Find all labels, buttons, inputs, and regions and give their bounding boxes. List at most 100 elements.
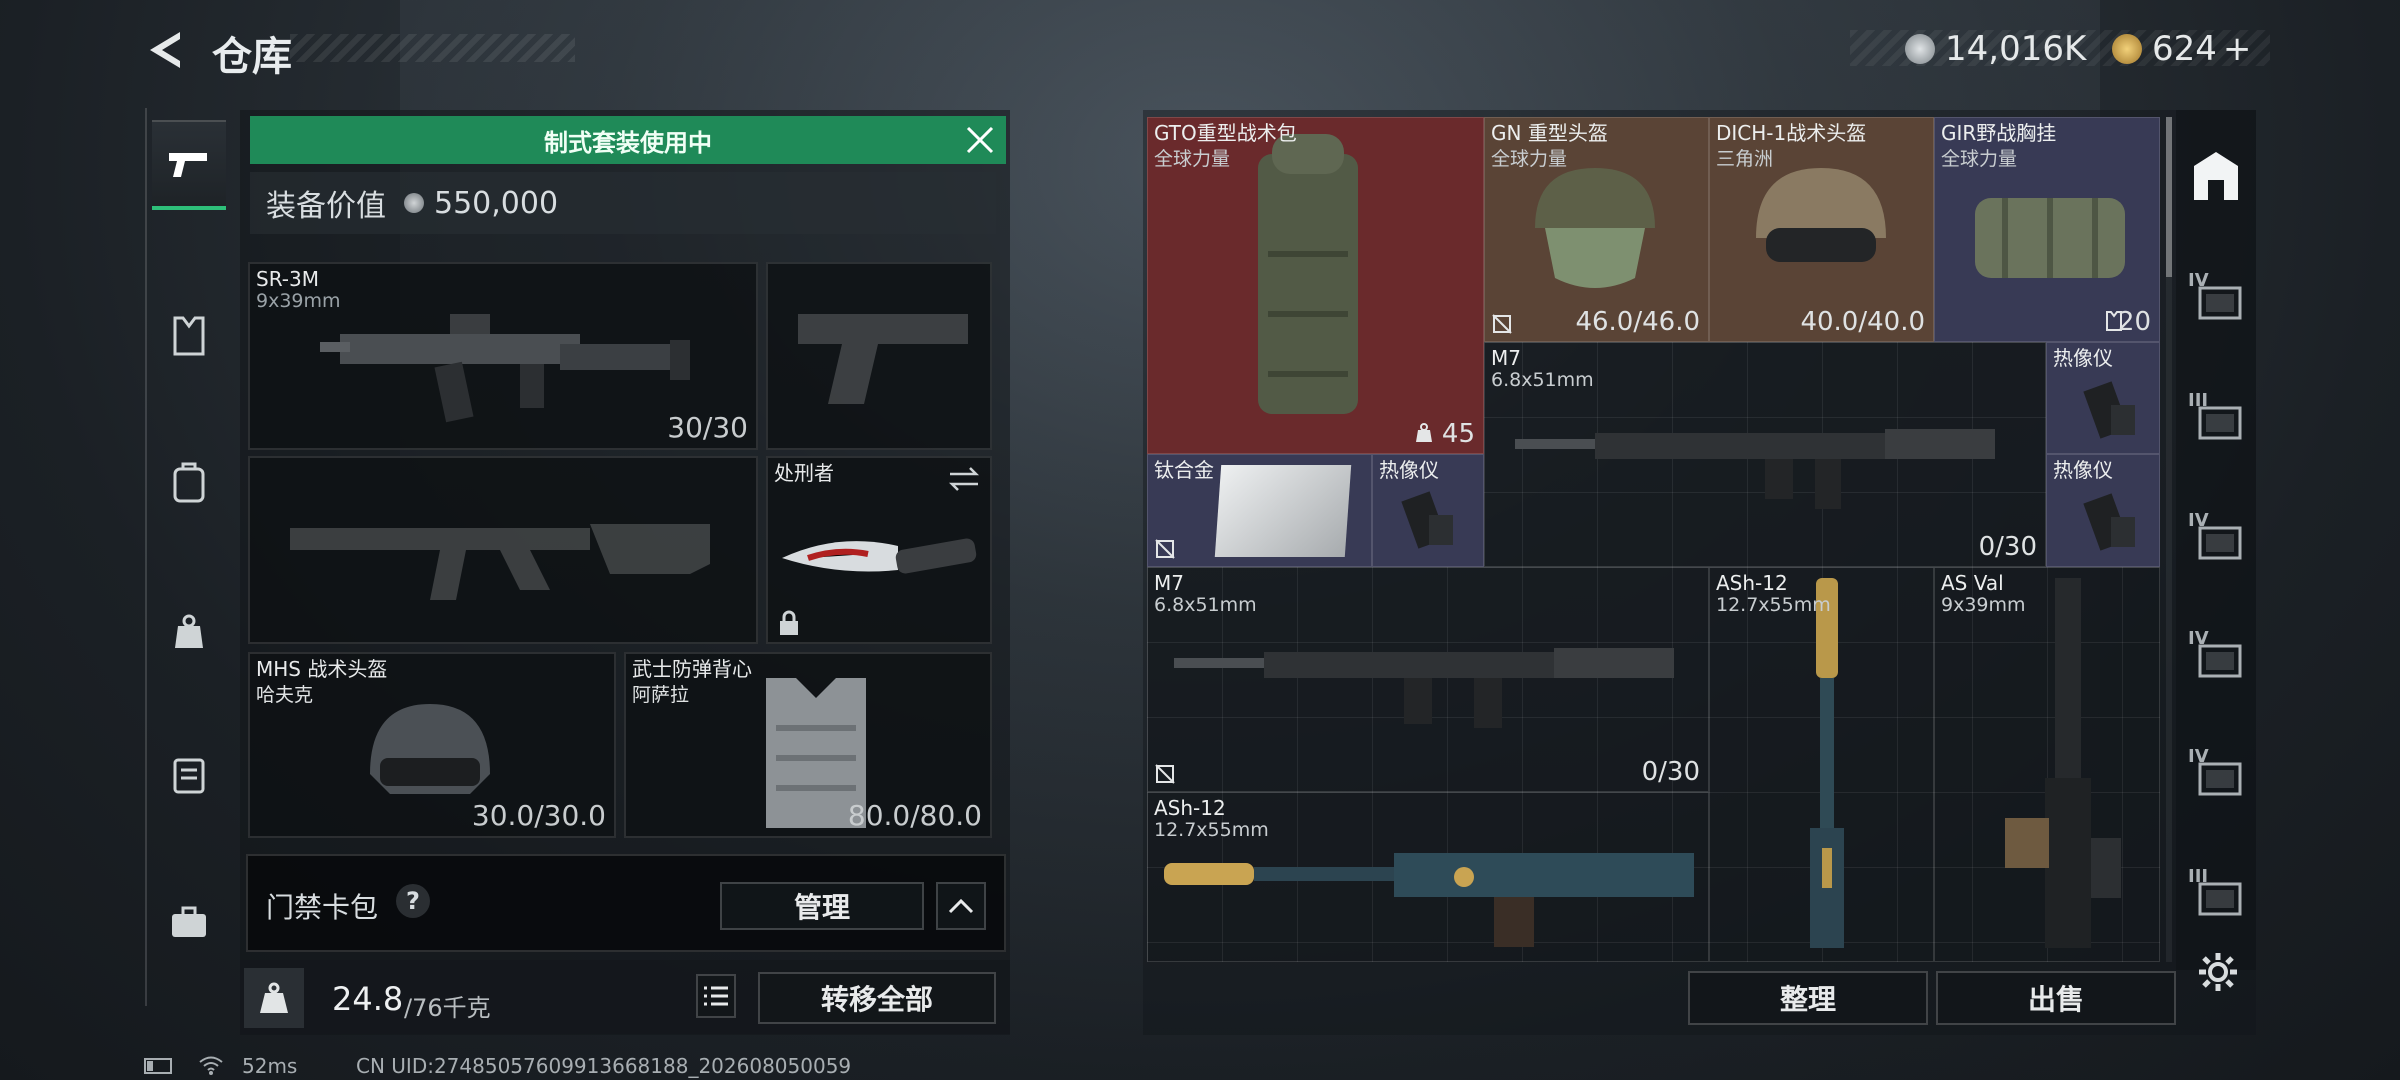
case-icon: [173, 758, 205, 794]
add-gold-button[interactable]: +: [2223, 29, 2252, 69]
primary-weapon-slot[interactable]: SR-3M 9x39mm 30/30: [248, 262, 758, 450]
item-caliber: 12.7x55mm: [1716, 594, 1831, 616]
tab-armor[interactable]: [152, 294, 226, 378]
item-name: M7: [1154, 571, 1184, 595]
silver-coin-icon: [404, 193, 424, 213]
item-name: 热像仪: [2053, 458, 2113, 482]
grid-item-ash12-vertical[interactable]: ASh-12 12.7x55mm: [1709, 567, 1934, 962]
help-button[interactable]: ?: [396, 884, 430, 918]
weight-bar: 24.8 /76千克 转移全部: [240, 960, 1010, 1034]
left-tab-rail: [145, 108, 195, 1006]
item-caliber: 6.8x51mm: [1491, 369, 1594, 391]
storage-tab-1[interactable]: IV: [2186, 268, 2248, 328]
pistol-icon: [169, 153, 207, 177]
backpack-icon: [173, 462, 205, 503]
gold-amount: 624: [2152, 29, 2217, 69]
durability: 80.0/80.0: [847, 799, 982, 832]
swap-icon[interactable]: [948, 466, 980, 492]
sell-button[interactable]: 出售: [1936, 971, 2176, 1025]
weight-badge: [244, 968, 304, 1028]
weight-current: 24.8: [332, 980, 404, 1018]
gold-currency[interactable]: 624 +: [2112, 26, 2251, 72]
ammo-count: 30/30: [667, 411, 748, 444]
slot-name: 处刑者: [774, 461, 834, 485]
lock-icon: [780, 610, 798, 635]
item-caliber: 9x39mm: [1941, 594, 2026, 616]
secondary-weapon-slot-empty[interactable]: [248, 456, 758, 644]
gold-coin-icon: [2112, 34, 2142, 64]
rifle-silhouette-icon: [290, 524, 710, 600]
tab-toolbox[interactable]: [152, 880, 226, 964]
preset-banner: 制式套装使用中: [250, 116, 1006, 164]
grid-item-m7-rifle[interactable]: M7 6.8x51mm 0/30: [1484, 342, 2046, 567]
warehouse-icon[interactable]: [2190, 148, 2242, 204]
grid-item-m7-rifle[interactable]: M7 6.8x51mm 0/30: [1147, 567, 1709, 792]
grid-item-backpack[interactable]: GTO重型战术包 全球力量 45: [1147, 117, 1484, 454]
item-durability: 40.0/40.0: [1800, 307, 1925, 337]
tab-container[interactable]: [152, 732, 226, 816]
grid-item-chest-rig[interactable]: GIR野战胸挂 全球力量 20: [1934, 117, 2160, 342]
storage-tab-5[interactable]: IV: [2186, 744, 2248, 804]
wifi-icon: [199, 1056, 223, 1075]
battery-icon: [144, 1058, 172, 1074]
item-name: GTO重型战术包: [1154, 121, 1297, 145]
collapse-button[interactable]: [936, 882, 986, 930]
helmet-slot[interactable]: MHS 战术头盔 哈夫克 30.0/30.0: [248, 652, 616, 838]
grid-item-thermal[interactable]: 热像仪: [2046, 342, 2160, 454]
settings-gear-icon[interactable]: [2196, 950, 2240, 994]
access-card-label: 门禁卡包: [266, 891, 379, 924]
rifle-item-icon: [1164, 853, 1694, 947]
storage-tier-label: IV: [2188, 746, 2209, 767]
slot-name: 武士防弹背心: [632, 657, 752, 681]
silver-currency: 14,016K: [1905, 26, 2086, 72]
item-name: DICH-1战术头盔: [1716, 121, 1867, 145]
close-icon[interactable]: [962, 122, 998, 158]
storage-tier-label: IV: [2188, 628, 2209, 649]
grid-scrollbar[interactable]: [2166, 117, 2172, 962]
weight-max: /76千克: [404, 994, 491, 1022]
sort-button[interactable]: 整理: [1688, 971, 1928, 1025]
no-insure-icon: [1155, 764, 1175, 784]
storage-tab-3[interactable]: IV: [2186, 508, 2248, 568]
storage-tier-label: IV: [2188, 510, 2209, 531]
item-origin: 全球力量: [1491, 148, 1568, 170]
slot-name: MHS 战术头盔: [256, 657, 388, 681]
title-decor: [290, 34, 575, 62]
tab-weapons[interactable]: [152, 120, 226, 210]
pistol-slot-empty[interactable]: [766, 262, 992, 450]
grid-item-ash12-horizontal[interactable]: ASh-12 12.7x55mm: [1147, 792, 1709, 962]
grid-item-helmet-gn[interactable]: GN 重型头盔 全球力量 46.0/46.0: [1484, 117, 1709, 342]
grid-item-helmet-dich[interactable]: DICH-1战术头盔 三角洲 40.0/40.0: [1709, 117, 1934, 342]
scrollbar-thumb[interactable]: [2166, 117, 2172, 277]
melee-slot[interactable]: 处刑者: [766, 456, 992, 644]
item-name: ASh-12: [1154, 796, 1226, 820]
rifle-item-icon: [1515, 429, 1995, 509]
storage-tab-6[interactable]: III: [2186, 864, 2248, 924]
thermal-scope-icon: [2083, 381, 2135, 439]
back-arrow-icon[interactable]: [144, 28, 184, 72]
user-uid: CN UID:27485057609913668188_202608050059: [356, 1054, 852, 1078]
transfer-all-button[interactable]: 转移全部: [758, 972, 996, 1024]
grid-item-thermal[interactable]: 热像仪: [1372, 454, 1484, 567]
slot-name: SR-3M: [256, 267, 319, 291]
tab-backpack[interactable]: [152, 440, 226, 524]
pouch-icon: [175, 614, 203, 648]
item-origin: 全球力量: [1154, 148, 1231, 170]
item-name: 热像仪: [2053, 346, 2113, 370]
item-caliber: 6.8x51mm: [1154, 594, 1257, 616]
storage-tab-2[interactable]: III: [2186, 388, 2248, 448]
item-durability: 46.0/46.0: [1575, 307, 1700, 337]
armor-slot[interactable]: 武士防弹背心 阿萨拉 80.0/80.0: [624, 652, 992, 838]
grid-item-asval-vertical[interactable]: AS Val 9x39mm: [1934, 567, 2160, 962]
access-card-bar: 门禁卡包 ? 管理: [246, 854, 1006, 952]
grid-item-thermal[interactable]: 热像仪: [2046, 454, 2160, 567]
list-view-button[interactable]: [696, 974, 736, 1018]
manage-button[interactable]: 管理: [720, 882, 924, 930]
grid-item-titanium[interactable]: 钛合金: [1147, 454, 1372, 567]
storage-tier-label: III: [2188, 390, 2209, 411]
tab-pouch[interactable]: [152, 590, 226, 674]
silver-coin-icon: [1905, 34, 1935, 64]
storage-tab-4[interactable]: IV: [2186, 626, 2248, 686]
item-origin: 三角洲: [1716, 148, 1774, 170]
item-name: GN 重型头盔: [1491, 121, 1608, 145]
